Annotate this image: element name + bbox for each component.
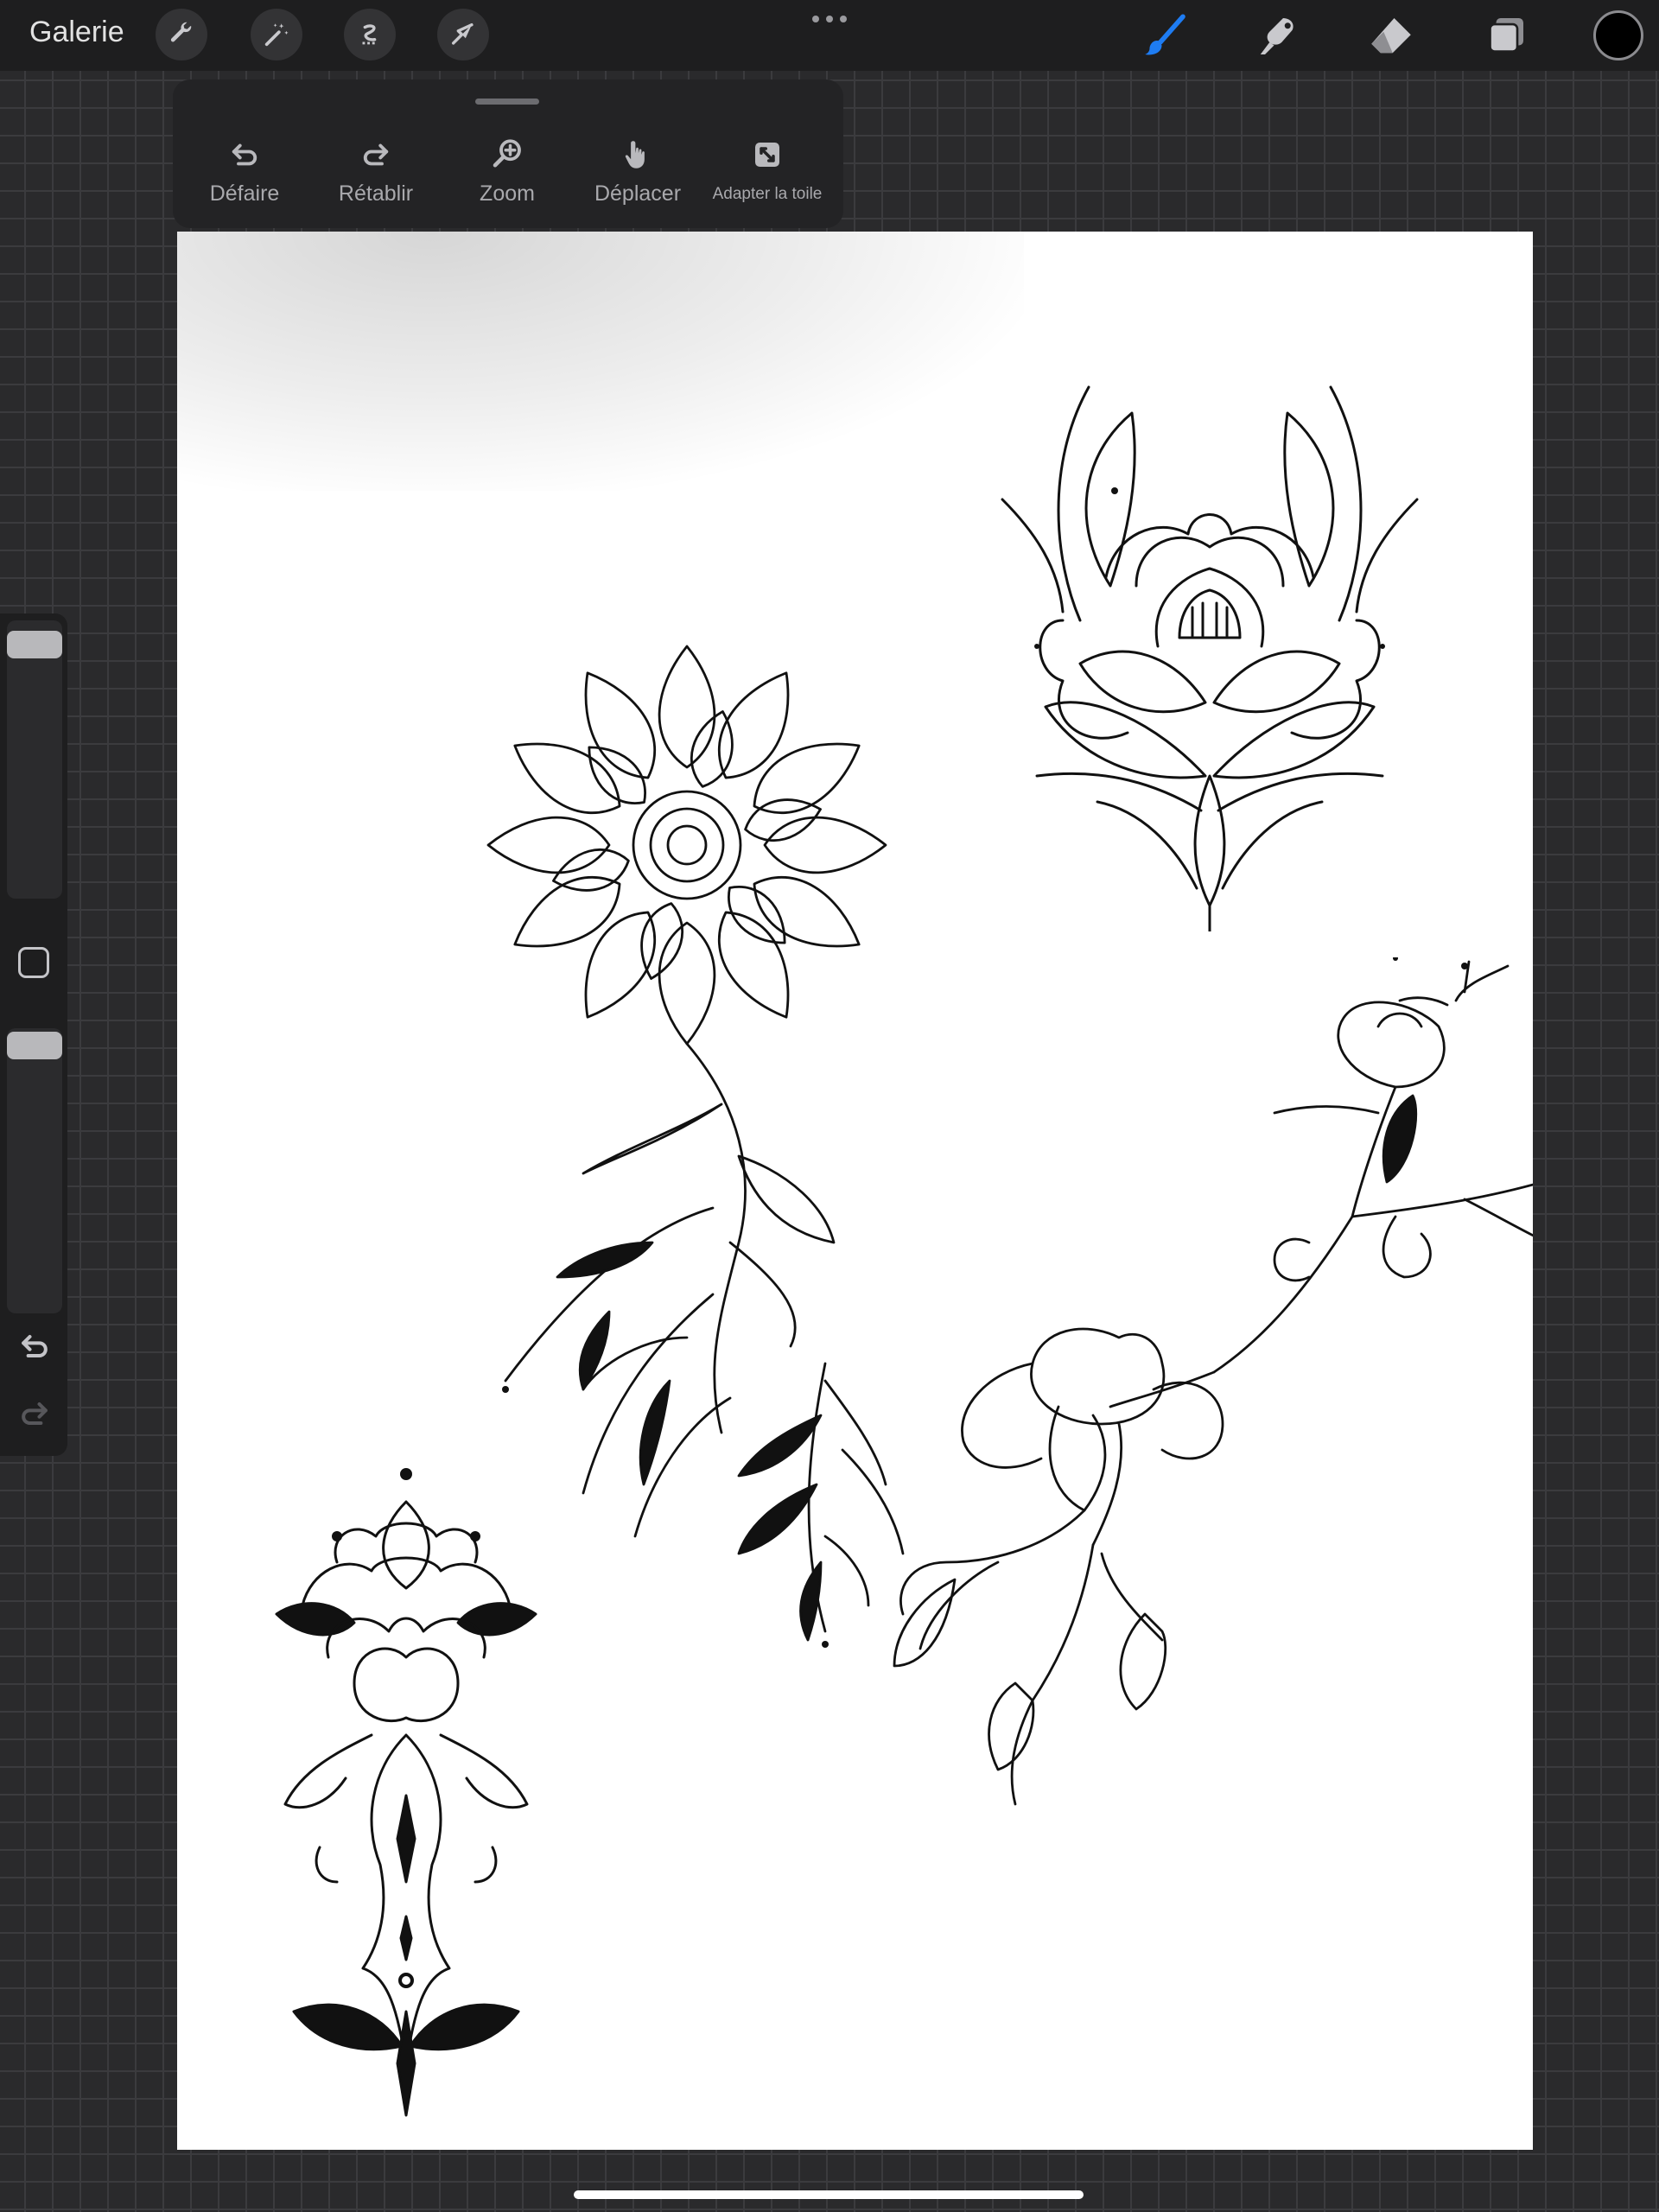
selection-icon [362,24,377,45]
fit-canvas-label: Adapter la toile [712,185,823,203]
brush-size-slider[interactable] [7,620,62,899]
undo-button[interactable]: Défaire [180,137,309,223]
adjustments-button[interactable] [251,9,302,60]
eraser-icon [1371,18,1411,54]
canvas-shadow [177,232,1024,491]
smudge-tool-button[interactable] [1251,10,1303,62]
more-options-icon[interactable] [810,10,849,28]
layers-button[interactable] [1479,10,1531,62]
brush-size-thumb[interactable] [7,631,62,658]
brush-icon [1145,14,1185,55]
actions-button[interactable] [156,9,207,60]
brush-opacity-slider[interactable] [7,1028,62,1313]
panel-grabber-handle[interactable] [475,99,539,105]
redo-button[interactable]: Rétablir [311,137,441,223]
gallery-button[interactable]: Galerie [29,16,124,49]
color-picker-button[interactable] [1593,10,1643,60]
wrench-icon [170,22,192,42]
magic-wand-icon [264,23,289,47]
zoom-icon [493,139,521,168]
drawing-canvas[interactable] [177,232,1533,2150]
layers-icon [1489,18,1523,53]
undo-icon[interactable] [16,1327,54,1365]
left-sidebar [0,613,67,1456]
eraser-tool-button[interactable] [1365,10,1417,62]
selection-button[interactable] [344,9,396,60]
brush-opacity-thumb[interactable] [7,1032,62,1059]
redo-label: Rétablir [338,181,414,206]
fit-canvas-icon [755,143,779,167]
undo-icon [232,143,257,166]
quick-actions-panel: Défaire Rétablir Zoom Déplacer Adapter l… [173,79,843,228]
home-indicator[interactable] [574,2190,1084,2199]
modify-button[interactable] [18,947,49,978]
lotus-flower-drawing [1001,385,1419,931]
top-toolbar: Galerie [0,0,1659,71]
zoom-label: Zoom [480,181,535,206]
cherry-blossom-branch-drawing [893,957,1533,1806]
paint-tool-button[interactable] [1139,10,1191,62]
redo-icon [363,143,389,166]
transform-button[interactable] [437,9,489,60]
zoom-button[interactable]: Zoom [442,137,572,223]
fit-canvas-button[interactable]: Adapter la toile [702,137,832,223]
undo-label: Défaire [209,181,280,206]
smudge-icon [1260,18,1294,54]
move-label: Déplacer [594,181,682,206]
move-button[interactable]: Déplacer [573,137,702,223]
redo-icon[interactable] [16,1395,54,1433]
ornamental-lotus-drawing [275,1468,537,2117]
transform-arrow-icon [451,22,474,45]
procreate-app: Galerie Défaire Rétablir Zoom Déplacer A… [0,0,1659,2212]
hand-icon [625,141,645,168]
